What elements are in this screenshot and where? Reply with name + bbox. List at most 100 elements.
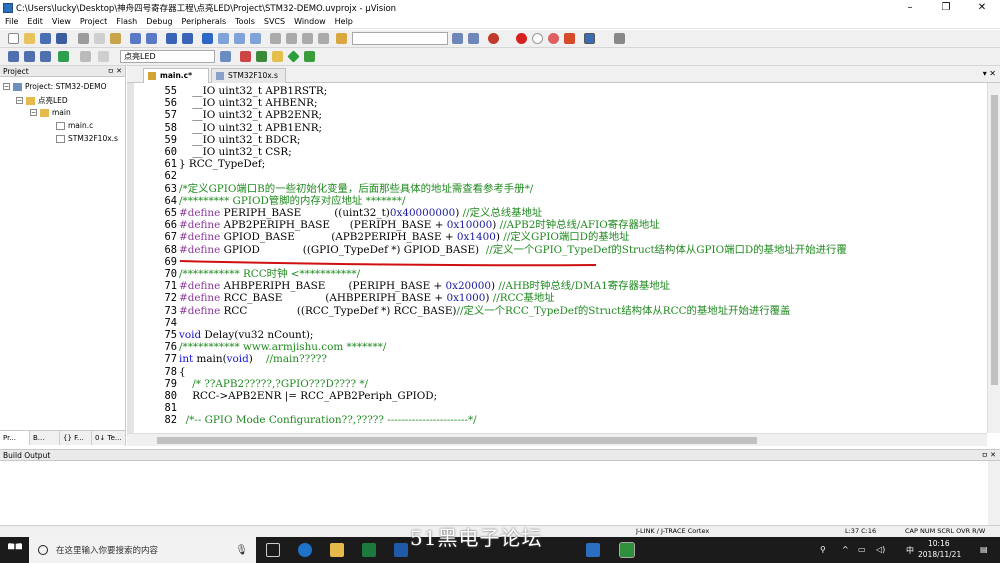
enable-breakpoint-icon[interactable]	[532, 33, 543, 44]
nav-back-icon[interactable]	[166, 33, 177, 44]
indent-icon[interactable]	[270, 33, 281, 44]
build-output-scrollbar[interactable]	[988, 461, 1000, 526]
tab-templates[interactable]: 0↓ Te...	[92, 431, 126, 445]
collapse-toggle-icon[interactable]: −	[16, 97, 23, 104]
maximize-button[interactable]: ❐	[928, 0, 964, 15]
bookmark-icon[interactable]	[202, 33, 213, 44]
menu-view[interactable]: View	[47, 17, 75, 26]
cortana-icon	[38, 545, 48, 555]
keil-uvision-task-icon[interactable]	[619, 542, 635, 558]
editor-horizontal-scrollbar[interactable]	[127, 433, 987, 446]
find-icon[interactable]	[468, 33, 479, 44]
find-in-files-icon[interactable]	[336, 33, 347, 44]
rebuild-icon[interactable]	[40, 51, 51, 62]
tab-main-c[interactable]: main.c*	[143, 68, 209, 83]
tree-file-startup[interactable]: STM32F10x.s	[56, 134, 118, 143]
tray-overflow-icon[interactable]: ^	[842, 545, 849, 554]
clock-time[interactable]: 10:16	[928, 539, 950, 548]
save-all-icon[interactable]	[56, 33, 67, 44]
unindent-icon[interactable]	[286, 33, 297, 44]
notification-icon[interactable]: ▤	[980, 545, 988, 554]
start-windows-icon[interactable]	[8, 543, 22, 550]
window-layout-icon[interactable]	[584, 33, 595, 44]
redo-icon[interactable]	[146, 33, 157, 44]
menu-tools[interactable]: Tools	[230, 17, 259, 26]
tab-startup[interactable]: STM32F10x.s	[211, 68, 286, 83]
excel-icon[interactable]	[362, 543, 376, 557]
nav-forward-icon[interactable]	[182, 33, 193, 44]
target-options-icon[interactable]	[220, 51, 231, 62]
tree-project-root[interactable]: − Project: STM32-DEMO	[3, 82, 107, 91]
incremental-find-icon[interactable]	[452, 33, 463, 44]
menu-debug[interactable]: Debug	[141, 17, 176, 26]
copy-icon[interactable]	[94, 33, 105, 44]
task-view-icon[interactable]	[266, 543, 280, 557]
manage-rte-icon[interactable]	[256, 51, 267, 62]
kill-breakpoints-icon[interactable]	[564, 33, 575, 44]
volume-icon[interactable]: ◁)	[876, 545, 885, 554]
editor-vertical-scrollbar[interactable]	[987, 83, 1000, 433]
tab-functions[interactable]: {} F...	[60, 431, 92, 445]
menu-svcs[interactable]: SVCS	[259, 17, 289, 26]
cut-icon[interactable]	[78, 33, 89, 44]
bookmark-prev-icon[interactable]	[218, 33, 229, 44]
build-icon[interactable]	[24, 51, 35, 62]
menu-file[interactable]: File	[0, 17, 22, 26]
menu-edit[interactable]: Edit	[22, 17, 47, 26]
tree-group-main[interactable]: − main	[30, 108, 71, 117]
manage-project-icon[interactable]	[240, 51, 251, 62]
network-icon[interactable]: ▭	[858, 545, 866, 554]
taskbar-search-box[interactable]: 在这里输入你要搜索的内容 🎙	[29, 537, 256, 563]
menu-help[interactable]: Help	[330, 17, 357, 26]
word-icon[interactable]	[394, 543, 408, 557]
bookmark-next-icon[interactable]	[234, 33, 245, 44]
find-combo[interactable]	[352, 32, 448, 45]
line-number: 64	[164, 194, 177, 207]
disable-breakpoints-icon[interactable]	[548, 33, 559, 44]
run-icon[interactable]	[304, 51, 315, 62]
stop-build-icon[interactable]	[80, 51, 91, 62]
edge-browser-icon[interactable]	[298, 543, 312, 557]
menu-project[interactable]: Project	[75, 17, 111, 26]
select-packs-icon[interactable]	[272, 51, 283, 62]
paste-icon[interactable]	[110, 33, 121, 44]
menu-window[interactable]: Window	[289, 17, 330, 26]
minimize-button[interactable]: –	[892, 0, 928, 15]
clock-date[interactable]: 2018/11/21	[918, 550, 961, 559]
collapse-toggle-icon[interactable]: −	[3, 83, 10, 90]
app-s-icon[interactable]	[586, 543, 600, 557]
save-icon[interactable]	[40, 33, 51, 44]
tab-list-icon[interactable]: ▾ ✕	[983, 69, 996, 78]
code-text: } RCC_TypeDef;	[179, 158, 266, 171]
menu-flash[interactable]: Flash	[111, 17, 141, 26]
ime-indicator[interactable]: 中	[906, 545, 914, 556]
panel-pin-close[interactable]: ㅁ ✕	[981, 450, 996, 461]
bookmark-clear-icon[interactable]	[250, 33, 261, 44]
debug-session-icon[interactable]	[488, 33, 499, 44]
tab-project[interactable]: Pr...	[0, 431, 30, 445]
configure-icon[interactable]	[614, 33, 625, 44]
code-text: /********* GPIOD管脚的内存对应地址 *******/	[179, 194, 406, 207]
panel-pin-close[interactable]: ㅁ ✕	[107, 66, 122, 77]
collapse-toggle-icon[interactable]: −	[30, 109, 37, 116]
close-button[interactable]: ✕	[964, 0, 1000, 15]
pack-installer-icon[interactable]	[287, 50, 300, 63]
uncomment-icon[interactable]	[318, 33, 329, 44]
open-file-icon[interactable]	[24, 33, 35, 44]
tab-books[interactable]: B...	[30, 431, 60, 445]
tree-file-main-c[interactable]: main.c	[56, 121, 93, 130]
microphone-icon[interactable]: 🎙	[235, 545, 248, 556]
new-file-icon[interactable]	[8, 33, 19, 44]
undo-icon[interactable]	[130, 33, 141, 44]
insert-breakpoint-icon[interactable]	[516, 33, 527, 44]
target-select[interactable]: 点亮LED	[120, 50, 215, 63]
code-text: __IO uint32_t BDCR;	[179, 133, 301, 146]
menu-peripherals[interactable]: Peripherals	[177, 17, 231, 26]
download-icon[interactable]	[58, 51, 69, 62]
file-explorer-icon[interactable]	[330, 543, 344, 557]
translate-icon[interactable]	[8, 51, 19, 62]
comment-icon[interactable]	[302, 33, 313, 44]
people-icon[interactable]: ⚲	[820, 545, 826, 554]
batch-build-icon[interactable]	[98, 51, 109, 62]
tree-target[interactable]: − 点亮LED	[16, 95, 68, 106]
